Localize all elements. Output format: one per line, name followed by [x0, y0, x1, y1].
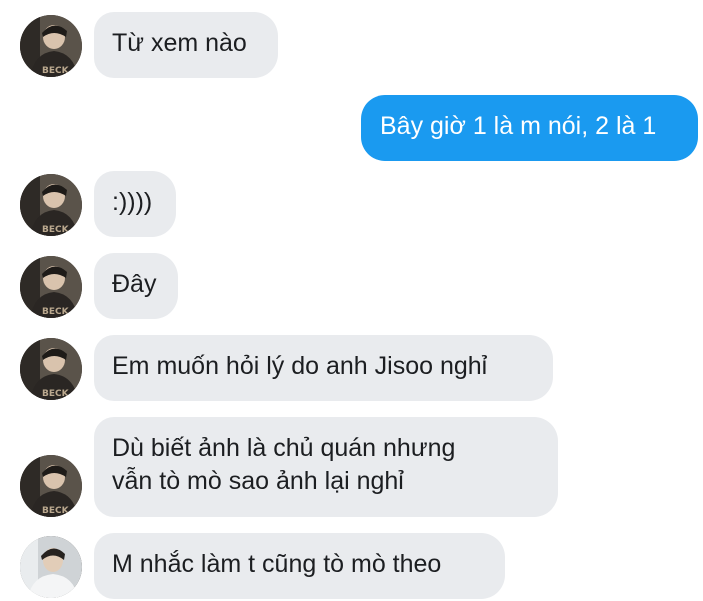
- message-bubble-incoming[interactable]: M nhắc làm t cũng tò mò theo: [94, 533, 505, 599]
- message-bubble-incoming[interactable]: Từ xem nào: [94, 12, 278, 78]
- person-photo-avatar-icon: BECK: [20, 174, 82, 236]
- message-bubble-incoming[interactable]: Đây: [94, 253, 178, 319]
- sender-avatar[interactable]: BECK: [20, 256, 82, 318]
- message-text-line: Dù biết ảnh là chủ quán nhưng: [112, 434, 456, 462]
- message-bubble-incoming[interactable]: :)))): [94, 171, 176, 237]
- message-text: Đây: [112, 270, 157, 298]
- person-photo-avatar-icon: BECK: [20, 455, 82, 517]
- message-text: M nhắc làm t cũng tò mò theo: [112, 550, 442, 578]
- sender-avatar[interactable]: BECK: [20, 174, 82, 236]
- message-bubble-incoming[interactable]: Dù biết ảnh là chủ quán nhưng vẫn tò mò …: [94, 417, 558, 517]
- person-photo-avatar-icon: BECK: [20, 256, 82, 318]
- sender-avatar[interactable]: [20, 536, 82, 598]
- message-text-line: vẫn tò mò sao ảnh lại nghỉ: [112, 467, 404, 495]
- svg-text:BECK: BECK: [42, 307, 70, 317]
- sender-avatar[interactable]: BECK: [20, 15, 82, 77]
- svg-text:BECK: BECK: [42, 506, 70, 516]
- message-bubble-incoming[interactable]: Em muốn hỏi lý do anh Jisoo nghỉ: [94, 335, 553, 401]
- message-text: Từ xem nào: [112, 29, 247, 57]
- sender-avatar[interactable]: BECK: [20, 338, 82, 400]
- svg-text:BECK: BECK: [42, 66, 70, 76]
- message-text: :)))): [112, 188, 153, 216]
- person-photo-avatar-icon: BECK: [20, 338, 82, 400]
- person-photo-avatar-icon: BECK: [20, 15, 82, 77]
- svg-text:BECK: BECK: [42, 389, 70, 399]
- message-text: Em muốn hỏi lý do anh Jisoo nghỉ: [112, 352, 488, 380]
- message-bubble-outgoing[interactable]: Bây giờ 1 là m nói, 2 là 1: [361, 95, 698, 161]
- svg-text:BECK: BECK: [42, 225, 70, 235]
- person-photo-avatar-light-icon: [20, 536, 82, 598]
- sender-avatar[interactable]: BECK: [20, 455, 82, 517]
- message-text: Bây giờ 1 là m nói, 2 là 1: [380, 112, 657, 140]
